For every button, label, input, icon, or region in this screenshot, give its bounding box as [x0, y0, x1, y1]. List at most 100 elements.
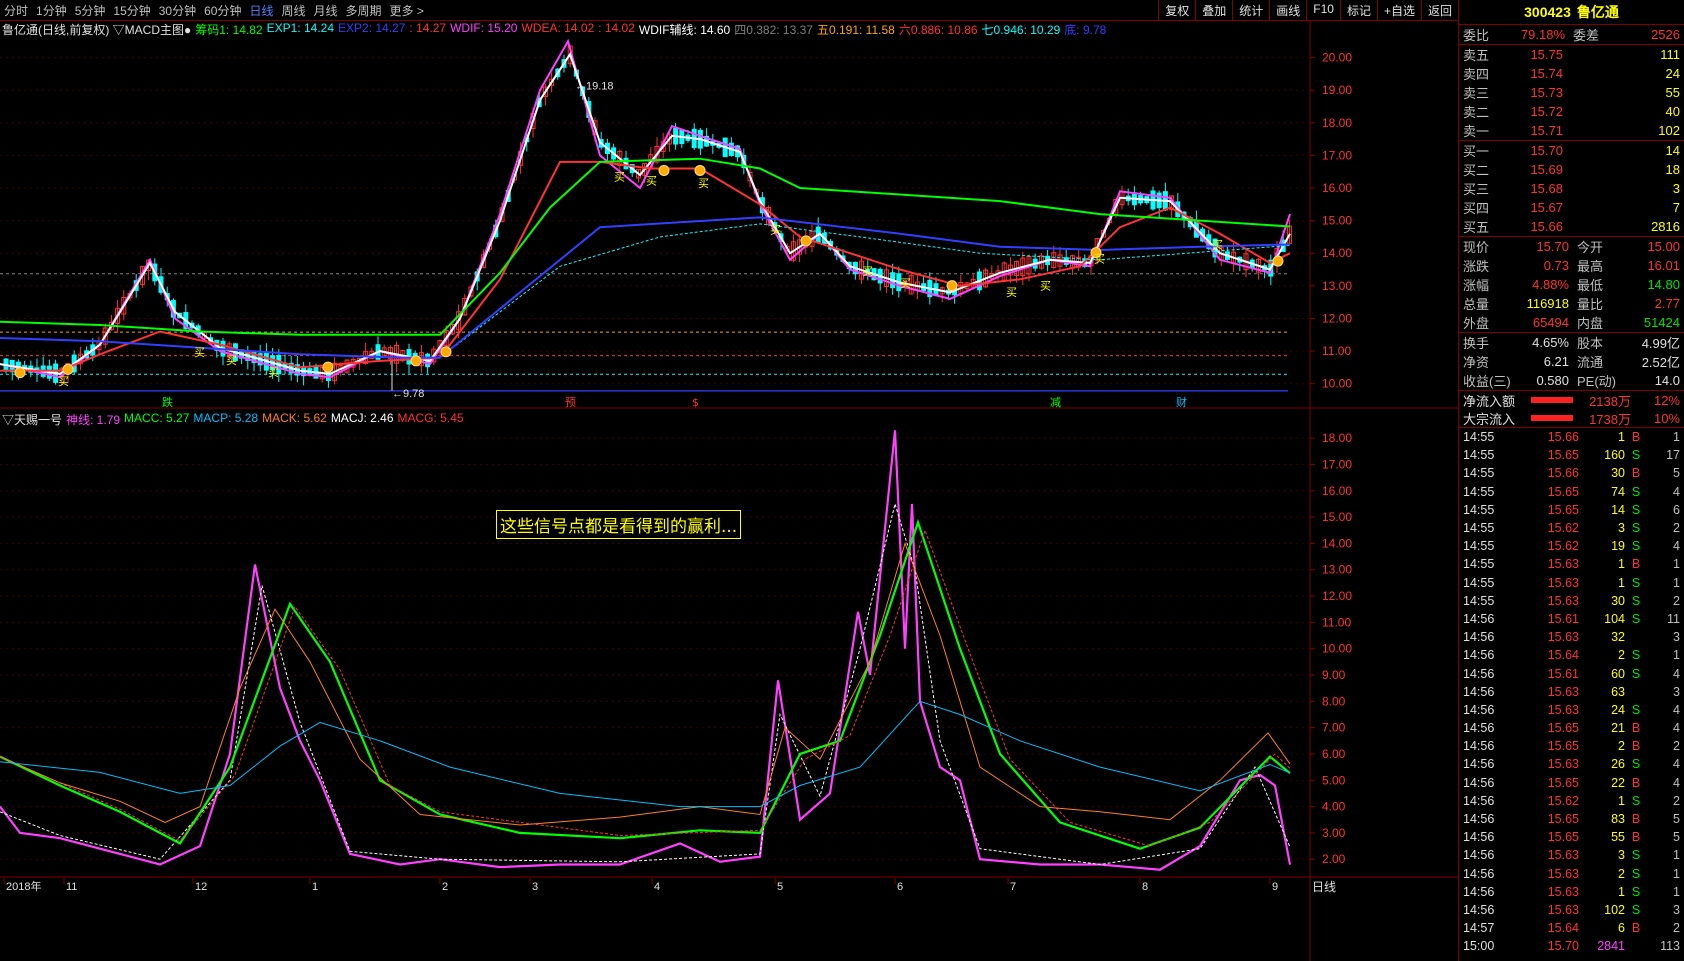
time-label: 2018年	[6, 879, 41, 893]
tick-direction: S	[1631, 484, 1641, 499]
tick-time: 14:55	[1463, 466, 1495, 481]
tick-row: 14:55 15.62 3 S 2	[1459, 519, 1684, 537]
tick-row: 14:56 15.65 2 B 2	[1459, 737, 1684, 755]
order-price: 15.73	[1530, 85, 1563, 100]
tick-time: 14:55	[1463, 575, 1495, 590]
series-line-MACG	[0, 528, 1291, 847]
annotation-text: 这些信号点都是看得到的赢利...	[496, 510, 742, 539]
sub-legend-item: MACP: 5.28	[193, 411, 259, 425]
tick-count: 1	[1673, 884, 1680, 899]
tool-button[interactable]: 标记	[1339, 0, 1377, 20]
tick-time: 14:55	[1463, 448, 1495, 463]
main-legend-item: : 14.27	[409, 21, 447, 35]
stat-label: 换手	[1463, 336, 1490, 351]
period-tab[interactable]: 多周期	[342, 2, 386, 19]
period-tab[interactable]: 5分钟	[71, 2, 110, 19]
period-tab[interactable]: 更多 >	[386, 2, 428, 19]
signal-label: 买	[58, 375, 69, 388]
order-volume: 40	[1665, 104, 1680, 119]
tick-time: 14:56	[1463, 902, 1495, 917]
main-legend: 鲁亿通(日线,前复权) ▽MACD主图● 筹码1: 14.82 EXP1: 14.…	[2, 21, 1106, 38]
period-label[interactable]: 日线	[1312, 878, 1336, 895]
tick-count: 1	[1673, 866, 1680, 881]
tick-price: 15.64	[1547, 921, 1579, 936]
period-tab[interactable]: 30分钟	[155, 2, 200, 19]
order-row: 买三 15.68 3	[1459, 179, 1684, 198]
period-tab[interactable]: 分时	[0, 2, 32, 19]
tick-time: 14:55	[1463, 502, 1495, 517]
tick-row: 14:56 15.61 60 S 4	[1459, 664, 1684, 682]
tick-volume: 2	[1618, 648, 1625, 663]
tick-count: 4	[1673, 666, 1680, 681]
period-tab[interactable]: 周线	[277, 2, 309, 19]
tick-row: 14:56 15.65 22 B 4	[1459, 774, 1684, 792]
price-tick-label: 13.00	[1322, 279, 1352, 293]
stat-value: 51424	[1643, 315, 1680, 330]
tick-row: 14:55 15.63 1 B 1	[1459, 555, 1684, 573]
tick-volume: 104	[1604, 611, 1625, 626]
tick-count: 1	[1673, 430, 1680, 445]
sell-order-book: 卖五 15.75 111 卖四 15.74 24 卖三 15.73 55 卖二 15.72 40 卖一 1…	[1459, 44, 1684, 140]
tick-volume: 19	[1611, 539, 1625, 554]
order-label: 卖四	[1463, 68, 1490, 83]
tick-volume: 24	[1611, 702, 1625, 717]
period-tab[interactable]: 15分钟	[109, 2, 154, 19]
stat-label: 现价	[1463, 240, 1490, 255]
tick-volume: 32	[1611, 630, 1625, 645]
tick-direction: S	[1631, 539, 1641, 554]
tick-volume: 102	[1604, 902, 1625, 917]
stat-row: 总量 116918 量比 2.77	[1459, 294, 1684, 313]
tick-direction: S	[1631, 502, 1641, 517]
tool-button[interactable]: 叠加	[1195, 0, 1232, 20]
tick-count: 17	[1666, 448, 1680, 463]
period-tab[interactable]: 1分钟	[32, 2, 71, 19]
tick-count: 6	[1673, 502, 1680, 517]
tick-row: 14:56 15.63 63 3	[1459, 683, 1684, 701]
order-volume: 7	[1672, 200, 1680, 215]
time-label: 5	[777, 881, 783, 893]
sub-legend-title[interactable]: ▽天赐一号	[2, 411, 62, 428]
period-tab[interactable]: 日线	[245, 2, 277, 19]
money-flow: 净流入额 2138万 12% 大宗流入 1738万 10%	[1459, 390, 1684, 427]
main-legend-title[interactable]: 鲁亿通(日线,前复权) ▽MACD主图●	[2, 21, 191, 38]
tick-direction: B	[1631, 430, 1641, 445]
tick-price: 15.65	[1547, 812, 1579, 827]
stat-value: 0.73	[1543, 258, 1569, 273]
stat-label: 最高	[1577, 259, 1604, 274]
tick-price: 15.62	[1547, 793, 1579, 808]
time-label: 1	[312, 881, 318, 893]
tick-volume: 22	[1611, 775, 1625, 790]
stat-value: 14.0	[1654, 373, 1680, 388]
flow-row: 净流入额 2138万 12%	[1459, 391, 1684, 409]
tool-button[interactable]: F10	[1306, 0, 1340, 20]
time-label: 8	[1142, 881, 1148, 893]
tick-price: 15.65	[1547, 502, 1579, 517]
signal-dot	[62, 363, 74, 375]
tool-button[interactable]: 画线	[1269, 0, 1306, 20]
buy-order-book: 买一 15.70 14 买二 15.69 18 买三 15.68 3 买四 15.67 7 买五 15.6…	[1459, 140, 1684, 236]
period-toolbar: 分时 1分钟 5分钟 15分钟 30分钟 60分钟 日线 周线 月线 多周期 更多 > 复权 叠加 统计…	[0, 0, 1458, 21]
main-legend-item: EXP2: 14.27	[338, 21, 406, 35]
tool-button[interactable]: +自选	[1376, 0, 1421, 20]
tick-count: 4	[1673, 775, 1680, 790]
tick-time: 14:55	[1463, 430, 1495, 445]
tick-volume: 83	[1611, 812, 1625, 827]
tick-time: 14:56	[1463, 757, 1495, 772]
sub-tick-label: 8.00	[1322, 694, 1346, 708]
stat-label: 今开	[1577, 240, 1604, 255]
tick-row: 14:55 15.63 1 S 1	[1459, 574, 1684, 592]
tool-button[interactable]: 复权	[1158, 0, 1195, 20]
order-row: 卖五 15.75 111	[1459, 45, 1684, 64]
main-indicator-lines	[0, 38, 1291, 379]
tick-price: 15.63	[1547, 884, 1579, 899]
stat-value: 2.52亿	[1641, 355, 1680, 370]
period-tab[interactable]: 60分钟	[200, 2, 245, 19]
sub-tick-label: 10.00	[1322, 642, 1352, 656]
chart-canvas[interactable]: 买买买买买买买买买买买买买买跌预 $ 减财←19.18←9.78 10.0011.0…	[0, 0, 1458, 961]
tick-row: 14:56 15.64 2 S 1	[1459, 646, 1684, 664]
tool-button[interactable]: 返回	[1420, 0, 1458, 20]
flow-label: 大宗流入	[1463, 411, 1516, 427]
period-tab[interactable]: 月线	[310, 2, 342, 19]
tool-button[interactable]: 统计	[1232, 0, 1269, 20]
tick-time: 15:00	[1463, 939, 1495, 954]
